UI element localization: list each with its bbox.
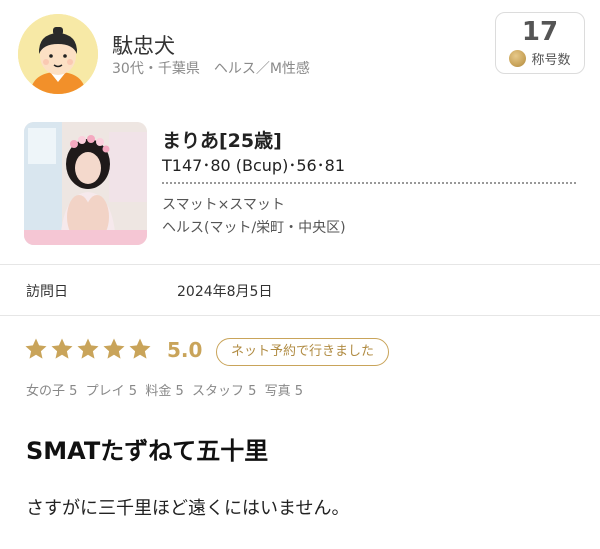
title-count-box[interactable]: 17 称号数	[495, 12, 585, 74]
star-icon	[129, 338, 151, 359]
section-divider	[0, 315, 600, 316]
rating-stars	[24, 337, 152, 361]
star-icon	[77, 338, 99, 359]
visit-date: 2024年8月5日	[177, 284, 273, 300]
title-label: 称号数	[531, 53, 571, 68]
reviewer-avatar[interactable]	[18, 14, 98, 94]
star-icon	[51, 338, 73, 359]
girl-photo[interactable]	[24, 122, 147, 245]
reviewer-header: 駄忠犬 30代・千葉県 ヘルス／M性感 17 称号数	[0, 0, 600, 100]
review-body: さすがに三千里ほど遠くにはいません。	[26, 498, 350, 519]
girl-name[interactable]: まりあ[25歳]	[162, 126, 282, 153]
star-icon	[103, 338, 125, 359]
title-count: 17	[521, 17, 559, 47]
girl-stats: T147･80 (Bcup)･56･81	[162, 156, 346, 175]
title-label-row: 称号数	[496, 49, 584, 68]
reviewer-name[interactable]: 駄忠犬	[112, 30, 175, 60]
shop-name[interactable]: スマット×スマット	[162, 194, 285, 214]
review-title: SMATたずねて五十里	[26, 437, 269, 465]
shop-area: ヘルス(マット/栄町・中央区)	[162, 220, 346, 236]
star-icon	[25, 338, 47, 359]
net-reservation-badge: ネット予約で行きました	[216, 338, 390, 366]
visit-label: 訪問日	[26, 284, 68, 300]
person-avatar-icon	[18, 14, 98, 94]
girl-photo-image	[24, 122, 147, 245]
section-divider	[0, 264, 600, 265]
rating-subscores: 女の子 5 プレイ 5 料金 5 スタッフ 5 写真 5	[26, 384, 304, 399]
reviewer-meta: 30代・千葉県 ヘルス／M性感	[112, 61, 310, 77]
dotted-divider	[162, 182, 576, 184]
girl-card[interactable]: まりあ[25歳] T147･80 (Bcup)･56･81 スマット×スマット …	[0, 108, 600, 264]
coin-icon	[509, 50, 527, 67]
rating-score: 5.0	[167, 338, 203, 362]
